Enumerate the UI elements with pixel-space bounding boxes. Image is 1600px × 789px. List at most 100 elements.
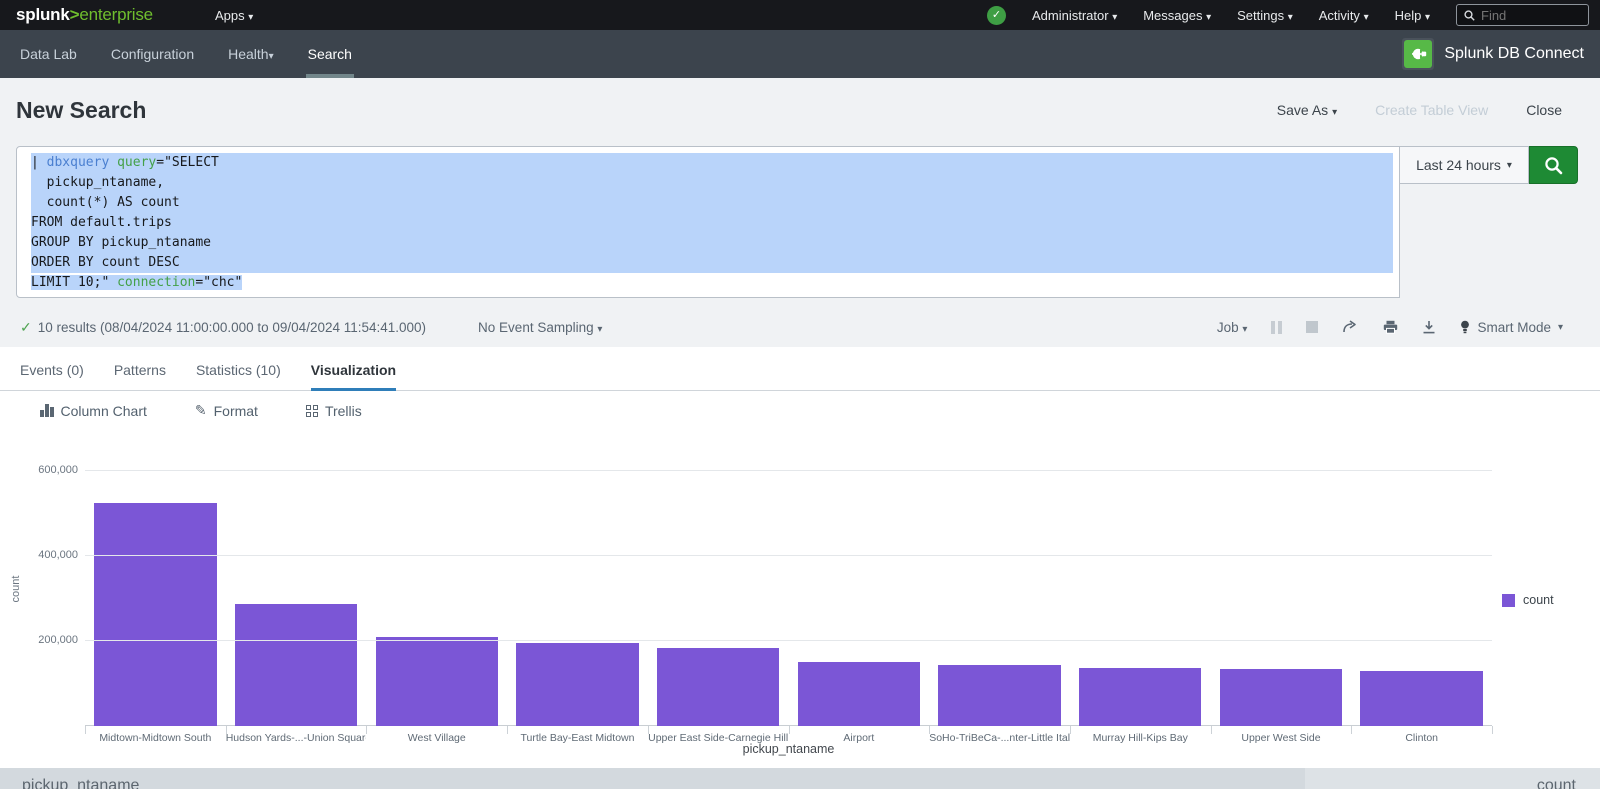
gridline (85, 640, 1492, 641)
caret-down-icon: ▾ (1242, 324, 1247, 335)
bar-Murray Hill-Kips Bay[interactable] (1079, 668, 1201, 726)
find-search-box[interactable] (1456, 4, 1589, 26)
health-status-icon[interactable]: ✓ (987, 6, 1006, 25)
menu-help-label: Help (1395, 8, 1422, 23)
table-header-count[interactable]: count (1305, 768, 1600, 789)
caret-down-icon: ▾ (1507, 160, 1512, 171)
query-line: GROUP BY pickup_ntaname (31, 233, 1393, 253)
x-axis-tick-mark (226, 726, 227, 734)
caret-down-icon: ▾ (1332, 107, 1337, 118)
nav-item-health-label: Health (228, 46, 268, 62)
menu-activity[interactable]: Activity ▾ (1319, 8, 1369, 23)
nav-item-search[interactable]: Search (308, 30, 352, 78)
menu-activity-label: Activity (1319, 8, 1360, 23)
find-input[interactable] (1481, 8, 1571, 23)
search-icon (1464, 10, 1475, 21)
statistics-table-header: pickup_ntaname count (0, 768, 1600, 789)
x-axis-tick-mark (1070, 726, 1071, 734)
results-panel: Events (0) Patterns Statistics (10) Visu… (0, 347, 1600, 768)
top-bar: splunk>enterprise Apps ▾ ✓ Administrator… (0, 0, 1600, 30)
save-as-label: Save As (1277, 102, 1328, 118)
y-axis-tick-label: 400,000 (16, 549, 78, 561)
search-icon (1544, 156, 1563, 175)
caret-down-icon: ▾ (1425, 12, 1430, 23)
event-sampling-label: No Event Sampling (478, 320, 594, 335)
save-as-button[interactable]: Save As ▾ (1277, 102, 1337, 118)
query-line: FROM default.trips (31, 213, 1393, 233)
search-button[interactable] (1529, 146, 1578, 184)
legend-label: count (1523, 593, 1554, 607)
bar-Airport[interactable] (798, 662, 920, 726)
bar-Clinton[interactable] (1360, 671, 1482, 726)
query-line: pickup_ntaname, (31, 173, 1393, 193)
db-connect-app-icon[interactable] (1402, 38, 1434, 70)
menu-administrator-label: Administrator (1032, 8, 1109, 23)
export-download-icon[interactable] (1422, 320, 1436, 334)
time-range-label: Last 24 hours (1416, 157, 1501, 173)
bar-Turtle Bay-East Midtown[interactable] (516, 643, 638, 726)
nav-item-configuration[interactable]: Configuration (111, 30, 194, 78)
menu-messages-label: Messages (1143, 8, 1202, 23)
bar-SoHo-TriBeCa-...nter-Little Italy[interactable] (938, 665, 1060, 726)
event-sampling-dropdown[interactable]: No Event Sampling ▾ (478, 320, 602, 335)
caret-down-icon: ▾ (597, 324, 602, 335)
share-icon[interactable] (1342, 320, 1359, 334)
y-axis-tick-label: 600,000 (16, 464, 78, 476)
x-axis-tick-mark (507, 726, 508, 734)
job-menu[interactable]: Job ▾ (1217, 320, 1248, 335)
x-axis-tick-mark (366, 726, 367, 734)
query-line: ORDER BY count DESC (31, 253, 1393, 273)
bar-Upper East Side-Carnegie Hill[interactable] (657, 648, 779, 726)
logo-product-text: enterprise (79, 5, 153, 24)
stop-job-icon (1306, 321, 1318, 333)
bar-Hudson Yards-...-Union Square[interactable] (235, 604, 357, 726)
chart-legend[interactable]: count (1502, 593, 1554, 607)
caret-down-icon: ▾ (269, 51, 274, 62)
time-range-picker[interactable]: Last 24 hours ▾ (1400, 146, 1529, 184)
chart-plot-area (85, 448, 1492, 726)
lightbulb-icon (1460, 320, 1470, 335)
bar-Midtown-Midtown South[interactable] (94, 503, 216, 726)
menu-settings[interactable]: Settings ▾ (1237, 8, 1293, 23)
page-header: New Search Save As ▾ Create Table View C… (0, 78, 1600, 142)
y-axis-tick-label: 200,000 (16, 634, 78, 646)
results-summary: 10 results (08/04/2024 11:00:00.000 to 0… (38, 320, 426, 335)
x-axis-title: pickup_ntaname (85, 742, 1492, 756)
table-header-pickup-ntaname[interactable]: pickup_ntaname (0, 768, 1305, 789)
x-axis-tick-mark (648, 726, 649, 734)
bar-Upper West Side[interactable] (1220, 669, 1342, 726)
nav-item-health[interactable]: Health▾ (228, 30, 274, 78)
search-query-input[interactable]: | dbxquery query="SELECT pickup_ntaname,… (16, 146, 1400, 298)
menu-messages[interactable]: Messages ▾ (1143, 8, 1211, 23)
query-line: | dbxquery query="SELECT (31, 153, 1393, 173)
menu-administrator[interactable]: Administrator ▾ (1032, 8, 1117, 23)
menu-help[interactable]: Help ▾ (1395, 8, 1430, 23)
x-axis-tick-mark (85, 726, 86, 734)
splunk-logo[interactable]: splunk>enterprise (16, 5, 153, 25)
caret-down-icon: ▾ (1364, 12, 1369, 23)
create-table-view-button: Create Table View (1375, 102, 1488, 118)
query-line: count(*) AS count (31, 193, 1393, 213)
pause-job-icon (1271, 321, 1282, 334)
apps-menu[interactable]: Apps ▾ (215, 8, 253, 23)
x-axis-tick-mark (1492, 726, 1493, 734)
bar-West Village[interactable] (376, 637, 498, 726)
logo-splunk-text: splunk (16, 5, 70, 24)
page-title: New Search (16, 97, 146, 124)
check-icon: ✓ (20, 319, 32, 336)
column-chart: count Midtown-Midtown SouthHudson Yards-… (0, 347, 1600, 768)
close-button[interactable]: Close (1526, 102, 1562, 118)
results-bar: ✓ 10 results (08/04/2024 11:00:00.000 to… (0, 307, 1600, 347)
caret-down-icon: ▾ (248, 12, 253, 23)
app-title: Splunk DB Connect (1444, 45, 1584, 63)
nav-item-data-lab[interactable]: Data Lab (20, 30, 77, 78)
caret-down-icon: ▾ (1112, 12, 1117, 23)
search-mode-label: Smart Mode (1477, 320, 1551, 335)
app-nav-bar: Data Lab Configuration Health▾ Search Sp… (0, 30, 1600, 78)
apps-label: Apps (215, 8, 245, 23)
logo-gt-text: > (70, 5, 80, 24)
gridline (85, 555, 1492, 556)
print-icon[interactable] (1383, 320, 1398, 334)
search-mode-dropdown[interactable]: Smart Mode ▾ (1460, 320, 1563, 335)
x-axis-tick-mark (789, 726, 790, 734)
